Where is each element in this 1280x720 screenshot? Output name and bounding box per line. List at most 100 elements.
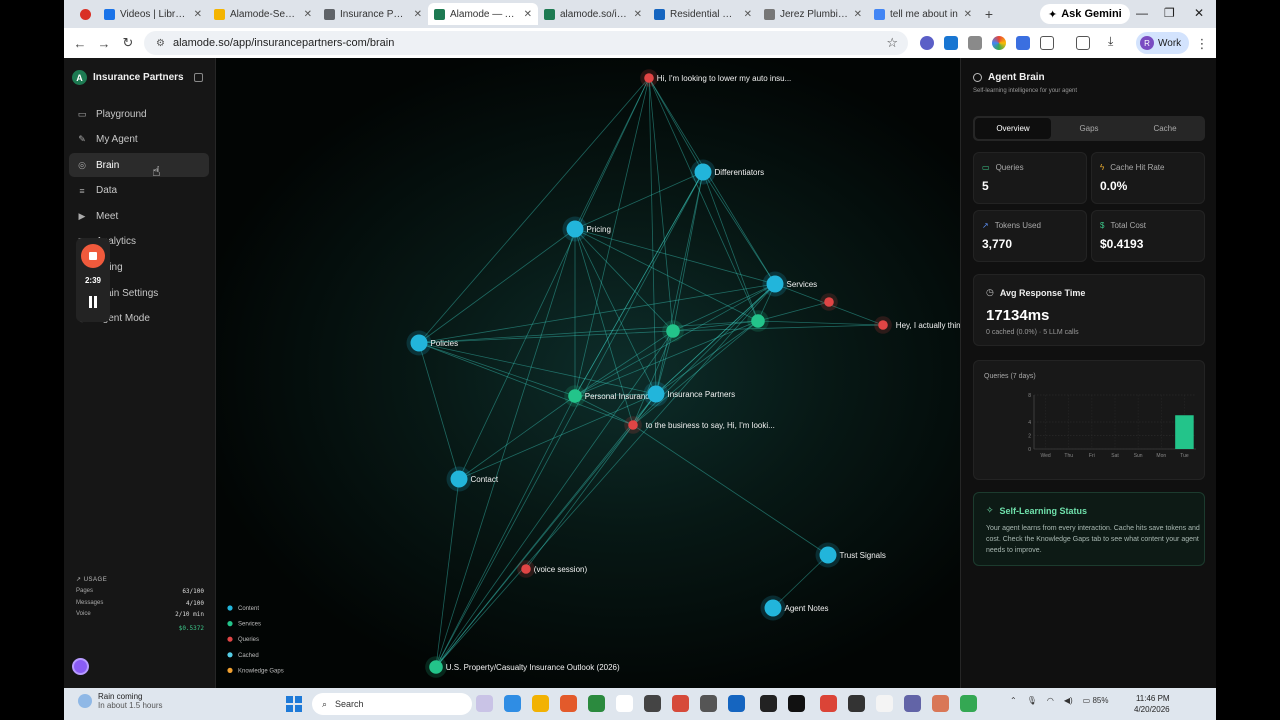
- sidebar-item-my-agent[interactable]: ✎ My Agent: [69, 128, 209, 152]
- knowledge-graph[interactable]: Hi, I'm looking to lower my auto insu...…: [216, 58, 960, 688]
- tab-gaps[interactable]: Gaps: [1051, 118, 1127, 139]
- pause-recording-icon[interactable]: [87, 296, 99, 308]
- graph-node-content[interactable]: Agent Notes: [760, 595, 829, 621]
- extension-icon[interactable]: [944, 36, 958, 50]
- weather-widget[interactable]: Rain coming In about 1.5 hours: [78, 692, 163, 710]
- taskbar-app-icon[interactable]: [904, 695, 921, 712]
- browser-tab[interactable]: [72, 3, 98, 25]
- close-tab-icon[interactable]: ✕: [194, 9, 202, 20]
- brand[interactable]: A Insurance Partners: [72, 70, 184, 85]
- extension-icon[interactable]: [1016, 36, 1030, 50]
- extension-icon[interactable]: [920, 36, 934, 50]
- tab-cache[interactable]: Cache: [1127, 118, 1203, 139]
- taskbar-app-icon[interactable]: [672, 695, 689, 712]
- system-tray[interactable]: ⌃ 🎙 ◠ ◀) ▭ 85%: [1010, 696, 1108, 705]
- mic-icon[interactable]: 🎙: [1027, 696, 1037, 705]
- graph-node-content[interactable]: Policies: [406, 330, 459, 356]
- graph-node-query[interactable]: Hi, I'm looking to lower my auto insu...: [640, 69, 791, 87]
- stop-recording-icon[interactable]: [81, 244, 105, 268]
- graph-node-content[interactable]: Pricing: [562, 216, 611, 242]
- wifi-icon[interactable]: ◠: [1047, 696, 1054, 705]
- taskbar-search[interactable]: ⌕ Search: [312, 693, 472, 715]
- close-tab-icon[interactable]: ✕: [414, 9, 422, 20]
- extension-icon[interactable]: [968, 36, 982, 50]
- sidebar-item-playground[interactable]: ▭ Playground: [69, 102, 209, 126]
- user-avatar[interactable]: [72, 658, 89, 675]
- taskbar-app-icon[interactable]: [760, 695, 777, 712]
- puzzle-icon[interactable]: [1040, 36, 1054, 50]
- battery-icon[interactable]: ▭ 85%: [1083, 696, 1109, 705]
- graph-node-service[interactable]: [747, 310, 769, 332]
- close-tab-icon[interactable]: ✕: [744, 9, 752, 20]
- taskbar-clock[interactable]: 11:46 PM 4/20/2026: [1134, 693, 1170, 715]
- graph-node-service[interactable]: U.S. Property/Casualty Insurance Outlook…: [425, 656, 620, 678]
- close-tab-icon[interactable]: ✕: [524, 9, 532, 20]
- browser-tab[interactable]: Jerez Plumbing C ✕: [758, 3, 868, 25]
- volume-icon[interactable]: ◀): [1064, 696, 1073, 705]
- graph-node-content[interactable]: Differentiators: [690, 159, 765, 185]
- graph-node-content[interactable]: Trust Signals: [815, 542, 886, 568]
- taskbar-app-icon[interactable]: [616, 695, 633, 712]
- taskbar-app-icon[interactable]: [728, 695, 745, 712]
- taskbar-app-icon[interactable]: [820, 695, 837, 712]
- taskbar-app-icon[interactable]: [504, 695, 521, 712]
- browser-tab[interactable]: Videos | Library | ✕: [98, 3, 208, 25]
- browser-tab[interactable]: tell me about in ✕: [868, 3, 978, 25]
- graph-node-query[interactable]: Hey, I actually think I live by your ...: [874, 316, 960, 334]
- graph-node-service[interactable]: Personal Insurance: [564, 385, 654, 407]
- reload-icon[interactable]: ↻: [116, 35, 140, 51]
- back-icon[interactable]: ←: [68, 36, 92, 51]
- taskbar-app-icon[interactable]: [788, 695, 805, 712]
- forward-icon[interactable]: →: [92, 36, 116, 51]
- new-tab-button[interactable]: +: [978, 6, 1000, 22]
- close-tab-icon[interactable]: ✕: [964, 9, 972, 20]
- tab-overview[interactable]: Overview: [975, 118, 1051, 139]
- sidebar-item-meet[interactable]: ▶ Meet: [69, 204, 209, 228]
- sidebar-item-brain[interactable]: ◎ Brain: [69, 153, 209, 178]
- metric-card-total-cost: $ Total Cost $0.4193: [1091, 210, 1205, 262]
- download-icon[interactable]: ⤓: [1108, 34, 1122, 48]
- browser-tab[interactable]: Insurance Partne ✕: [318, 3, 428, 25]
- knowledge-graph-canvas[interactable]: Hi, I'm looking to lower my auto insu...…: [216, 58, 960, 688]
- sidebar-item-data[interactable]: ≡ Data: [69, 179, 209, 203]
- close-tab-icon[interactable]: ✕: [634, 9, 642, 20]
- tab-search-icon[interactable]: [1076, 36, 1090, 50]
- taskbar-app-icon[interactable]: [848, 695, 865, 712]
- taskbar-app-icon[interactable]: [644, 695, 661, 712]
- graph-node-service[interactable]: [662, 320, 684, 342]
- graph-node-content[interactable]: Contact: [446, 466, 499, 492]
- browser-tab[interactable]: Residential Plum ✕: [648, 3, 758, 25]
- taskbar-app-icon[interactable]: [476, 695, 493, 712]
- graph-node-content[interactable]: Services: [762, 271, 818, 297]
- browser-tab[interactable]: Alamode — AI M ✕: [428, 3, 538, 25]
- browser-menu-icon[interactable]: ⋮: [1190, 36, 1214, 52]
- graph-node-query[interactable]: [820, 293, 838, 311]
- taskbar-app-icon[interactable]: [700, 695, 717, 712]
- close-window-icon[interactable]: ✕: [1194, 6, 1204, 20]
- graph-node-content[interactable]: Insurance Partners: [643, 381, 736, 407]
- browser-tab[interactable]: Alamode-Seed F ✕: [208, 3, 318, 25]
- ask-gemini-button[interactable]: ✦ Ask Gemini: [1040, 4, 1130, 24]
- taskbar-app-icon[interactable]: [876, 695, 893, 712]
- extension-icon[interactable]: [992, 36, 1006, 50]
- minimize-icon[interactable]: —: [1136, 6, 1148, 20]
- maximize-icon[interactable]: ❐: [1164, 6, 1175, 20]
- browser-tab[interactable]: alamode.so/insu ✕: [538, 3, 648, 25]
- taskbar-app-icon[interactable]: [588, 695, 605, 712]
- taskbar-app-icon[interactable]: [932, 695, 949, 712]
- graph-node-query[interactable]: to the business to say, Hi, I'm looki...: [624, 416, 775, 434]
- node-dot: [764, 599, 782, 617]
- site-info-icon[interactable]: ⚙: [156, 38, 165, 49]
- bookmark-star-icon[interactable]: ☆: [886, 35, 898, 51]
- address-bar[interactable]: ⚙ alamode.so/app/insurancepartners-com/b…: [144, 31, 908, 55]
- chevron-up-icon[interactable]: ⌃: [1010, 696, 1017, 705]
- taskbar-app-icon[interactable]: [532, 695, 549, 712]
- taskbar-app-icon[interactable]: [960, 695, 977, 712]
- start-button[interactable]: [286, 696, 302, 712]
- close-tab-icon[interactable]: ✕: [304, 9, 312, 20]
- profile-button[interactable]: R Work: [1136, 32, 1190, 54]
- taskbar-app-icon[interactable]: [560, 695, 577, 712]
- collapse-sidebar-icon[interactable]: [194, 73, 203, 82]
- close-tab-icon[interactable]: ✕: [854, 9, 862, 20]
- graph-node-query[interactable]: (voice session): [517, 560, 587, 578]
